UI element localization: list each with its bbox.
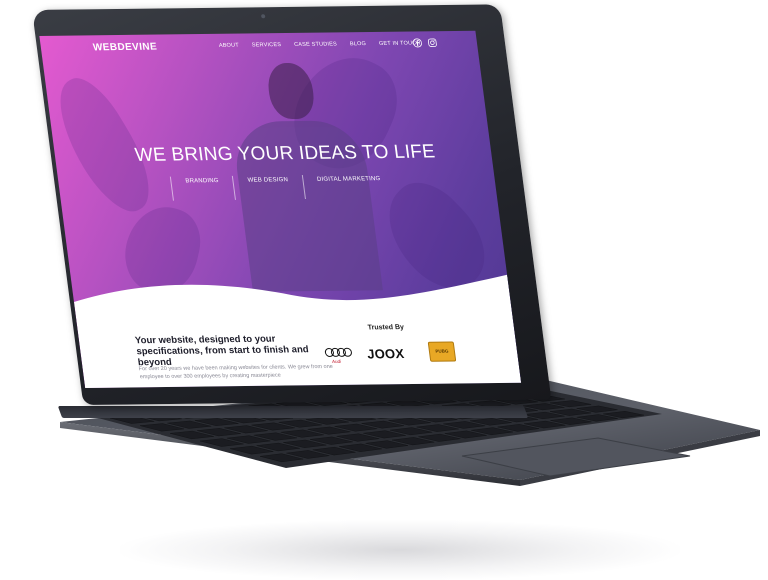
audi-logo: Audi: [324, 347, 358, 364]
nav-item-services[interactable]: SERVICES: [252, 42, 282, 48]
nav-item-case-studies[interactable]: CASE STUDIES: [294, 41, 338, 48]
nav-item-about[interactable]: ABOUT: [219, 43, 240, 49]
audi-label: Audi: [331, 358, 342, 364]
hero-title: WE BRING YOUR IDEAS TO LIFE: [133, 141, 437, 166]
pubg-logo: PUBG: [427, 341, 457, 362]
laptop-hinge: [57, 406, 529, 418]
top-navigation: WEBDEVINE ABOUT SERVICES CASE STUDIES BL…: [39, 31, 478, 62]
service-list: BRANDING WEB DESIGN DIGITAL MARKETING: [169, 173, 397, 201]
service-digital-marketing[interactable]: DIGITAL MARKETING: [301, 173, 397, 200]
laptop-screen: WEBDEVINE ABOUT SERVICES CASE STUDIES BL…: [39, 30, 522, 388]
nav-item-blog[interactable]: BLOG: [350, 41, 367, 47]
laptop-lid: WEBDEVINE ABOUT SERVICES CASE STUDIES BL…: [32, 4, 552, 405]
service-branding[interactable]: BRANDING: [169, 175, 236, 201]
joox-logo: JOOX: [366, 346, 406, 362]
webcam-icon: [260, 14, 266, 19]
intro-paragraph: For over 20 years we have been making we…: [138, 363, 334, 381]
service-web-design[interactable]: WEB DESIGN: [232, 175, 305, 200]
nav-menu: ABOUT SERVICES CASE STUDIES BLOG GET IN …: [219, 40, 421, 48]
facebook-icon[interactable]: [412, 38, 422, 48]
trusted-by-heading: Trusted By: [367, 324, 405, 332]
site-logo[interactable]: WEBDEVINE: [92, 42, 158, 54]
social-links: [412, 38, 437, 48]
instagram-icon[interactable]: [427, 38, 437, 47]
